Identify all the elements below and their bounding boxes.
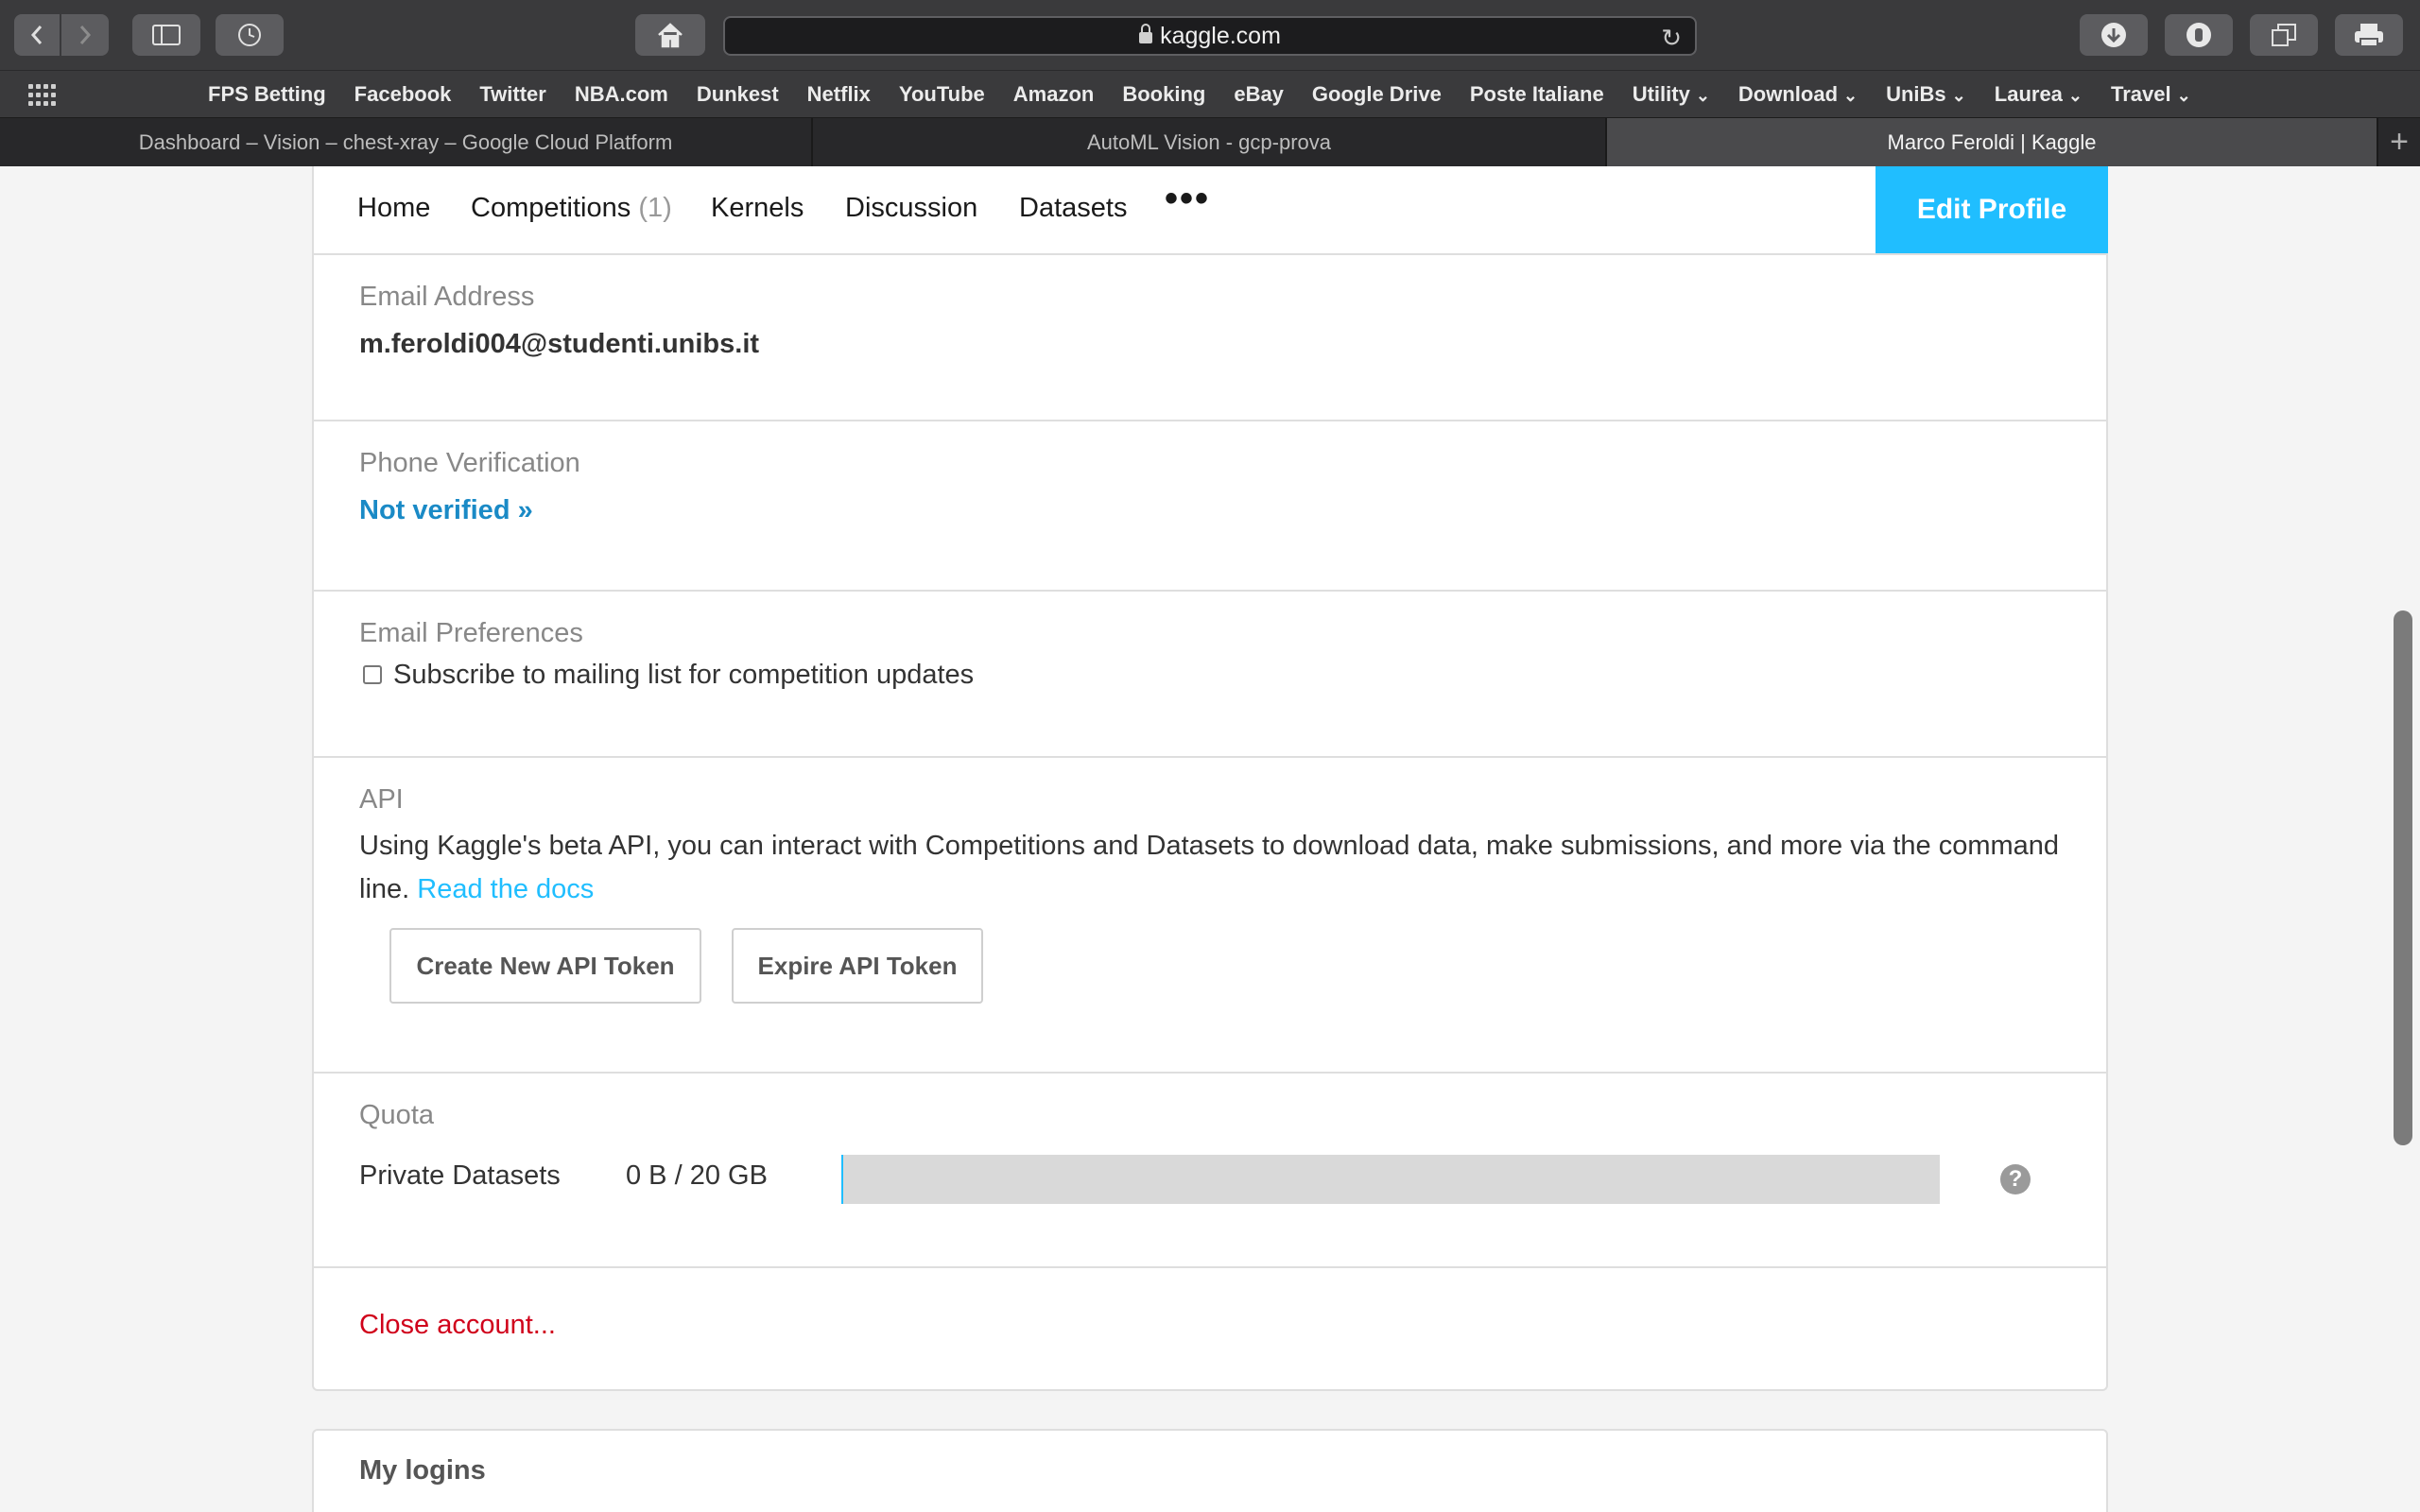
clock-icon bbox=[238, 24, 261, 46]
grid-icon[interactable] bbox=[28, 84, 57, 107]
forward-button[interactable] bbox=[61, 14, 109, 56]
api-label: API bbox=[359, 784, 404, 815]
close-account-link[interactable]: Close account... bbox=[359, 1310, 556, 1341]
bookmark-item[interactable]: Netflix bbox=[807, 82, 871, 107]
mailing-list-checkbox[interactable] bbox=[363, 665, 382, 684]
api-text: Using Kaggle's beta API, you can interac… bbox=[359, 831, 2060, 904]
close-account-section: Close account... bbox=[312, 1268, 2108, 1391]
plus-icon[interactable]: + bbox=[2378, 118, 2420, 166]
bookmark-item[interactable]: Amazon bbox=[1013, 82, 1095, 107]
print-icon bbox=[2355, 24, 2383, 47]
api-section: API Using Kaggle's beta API, you can int… bbox=[312, 758, 2108, 1074]
url-text: kaggle.com bbox=[1160, 22, 1281, 49]
api-description: Using Kaggle's beta API, you can interac… bbox=[359, 824, 2061, 911]
page-content: Home Competitions (1) Kernels Discussion… bbox=[0, 166, 2420, 1512]
bookmark-item[interactable]: Facebook bbox=[354, 82, 452, 107]
bookmark-folder-label: UniBs bbox=[1886, 82, 1946, 106]
my-logins-title: My logins bbox=[359, 1455, 486, 1486]
history-button[interactable] bbox=[216, 14, 284, 56]
browser-tab-active[interactable]: Marco Feroldi | Kaggle bbox=[1607, 118, 2378, 167]
bookmark-folder-label: Download bbox=[1737, 82, 1839, 106]
print-button[interactable] bbox=[2335, 14, 2403, 56]
bookmarks-bar: FPS Betting Facebook Twitter NBA.com Dun… bbox=[0, 70, 2420, 117]
download-icon bbox=[2101, 23, 2126, 47]
browser-toolbar: kaggle.com ↻ bbox=[0, 0, 2420, 70]
email-label: Email Address bbox=[359, 282, 535, 312]
quota-usage: 0 B / 20 GB bbox=[626, 1160, 768, 1191]
home-button[interactable] bbox=[635, 14, 705, 56]
nav-datasets[interactable]: Datasets bbox=[1019, 193, 1127, 224]
bookmark-folder-laurea[interactable]: Laurea ⌄ bbox=[1995, 82, 2083, 107]
my-logins-card: My logins bbox=[312, 1429, 2108, 1512]
quota-progress-bar bbox=[841, 1155, 1940, 1204]
home-icon bbox=[658, 23, 683, 48]
extension-icon bbox=[2187, 23, 2211, 47]
create-api-token-button[interactable]: Create New API Token bbox=[389, 928, 701, 1004]
quota-section: Quota Private Datasets 0 B / 20 GB ? bbox=[312, 1074, 2108, 1268]
competitions-count: (1) bbox=[638, 193, 672, 223]
read-docs-link[interactable]: Read the docs bbox=[417, 874, 594, 904]
chevron-down-icon: ⌄ bbox=[1843, 86, 1858, 105]
nav-discussion[interactable]: Discussion bbox=[845, 193, 977, 224]
sidebar-button[interactable] bbox=[132, 14, 200, 56]
bookmark-folder-download[interactable]: Download ⌄ bbox=[1738, 82, 1858, 107]
edit-profile-button[interactable]: Edit Profile bbox=[1876, 166, 2108, 253]
chevron-down-icon: ⌄ bbox=[1695, 86, 1710, 105]
bookmark-folder-label: Laurea bbox=[1994, 82, 2063, 106]
email-preferences-label: Email Preferences bbox=[359, 618, 583, 648]
private-datasets-label: Private Datasets bbox=[359, 1160, 561, 1191]
bookmark-folder-unibs[interactable]: UniBs ⌄ bbox=[1886, 82, 1966, 107]
bookmark-folder-label: Travel bbox=[2111, 82, 2171, 106]
profile-nav: Home Competitions (1) Kernels Discussion… bbox=[312, 166, 2108, 255]
bookmark-item[interactable]: Booking bbox=[1122, 82, 1205, 107]
extension-button[interactable] bbox=[2165, 14, 2233, 56]
phone-label: Phone Verification bbox=[359, 448, 580, 478]
chevron-down-icon: ⌄ bbox=[2176, 86, 2191, 105]
tab-bar: Dashboard – Vision – chest-xray – Google… bbox=[0, 117, 2420, 167]
back-button[interactable] bbox=[14, 14, 61, 56]
bookmark-item[interactable]: Twitter bbox=[479, 82, 545, 107]
tabs-overview-icon bbox=[2272, 24, 2296, 46]
browser-tab[interactable]: Dashboard – Vision – chest-xray – Google… bbox=[0, 118, 813, 167]
email-section: Email Address m.feroldi004@studenti.unib… bbox=[312, 255, 2108, 421]
bookmark-item[interactable]: NBA.com bbox=[575, 82, 668, 107]
bookmark-item[interactable]: Dunkest bbox=[697, 82, 779, 107]
bookmark-folder-label: Utility bbox=[1632, 82, 1690, 106]
expire-api-token-button[interactable]: Expire API Token bbox=[732, 928, 983, 1004]
not-verified-link[interactable]: Not verified » bbox=[359, 495, 533, 526]
lock-icon bbox=[1139, 24, 1153, 43]
email-preferences-section: Email Preferences Subscribe to mailing l… bbox=[312, 592, 2108, 758]
nav-competitions[interactable]: Competitions (1) bbox=[471, 193, 672, 224]
bookmark-folder-utility[interactable]: Utility ⌄ bbox=[1633, 82, 1710, 107]
reload-icon[interactable]: ↻ bbox=[1661, 24, 1682, 53]
scrollbar-thumb[interactable] bbox=[2394, 610, 2412, 1145]
quota-label: Quota bbox=[359, 1100, 434, 1130]
browser-tab[interactable]: AutoML Vision - gcp-prova bbox=[813, 118, 1607, 167]
sidebar-icon bbox=[152, 25, 181, 45]
nav-home[interactable]: Home bbox=[357, 193, 430, 224]
address-bar[interactable]: kaggle.com ↻ bbox=[723, 16, 1697, 56]
downloads-button[interactable] bbox=[2080, 14, 2148, 56]
more-icon[interactable]: ••• bbox=[1165, 178, 1210, 220]
chevron-down-icon: ⌄ bbox=[2067, 86, 2083, 105]
bookmark-item[interactable]: FPS Betting bbox=[208, 82, 326, 107]
bookmarks-list: FPS Betting Facebook Twitter NBA.com Dun… bbox=[194, 71, 2205, 118]
bookmark-item[interactable]: YouTube bbox=[899, 82, 985, 107]
bookmark-item[interactable]: Poste Italiane bbox=[1470, 82, 1604, 107]
chevron-down-icon: ⌄ bbox=[1951, 86, 1966, 105]
nav-competitions-label: Competitions bbox=[471, 193, 631, 223]
chevron-left-icon bbox=[30, 26, 43, 44]
help-icon[interactable]: ? bbox=[2000, 1164, 2031, 1194]
chevron-right-icon bbox=[79, 26, 92, 44]
email-value: m.feroldi004@studenti.unibs.it bbox=[359, 329, 760, 359]
tabs-overview-button[interactable] bbox=[2250, 14, 2318, 56]
bookmark-item[interactable]: Google Drive bbox=[1312, 82, 1442, 107]
phone-section: Phone Verification Not verified » bbox=[312, 421, 2108, 592]
bookmark-folder-travel[interactable]: Travel ⌄ bbox=[2111, 82, 2191, 107]
mailing-list-label[interactable]: Subscribe to mailing list for competitio… bbox=[393, 660, 974, 691]
nav-kernels[interactable]: Kernels bbox=[711, 193, 804, 224]
back-forward-group bbox=[14, 14, 109, 56]
bookmark-item[interactable]: eBay bbox=[1234, 82, 1284, 107]
